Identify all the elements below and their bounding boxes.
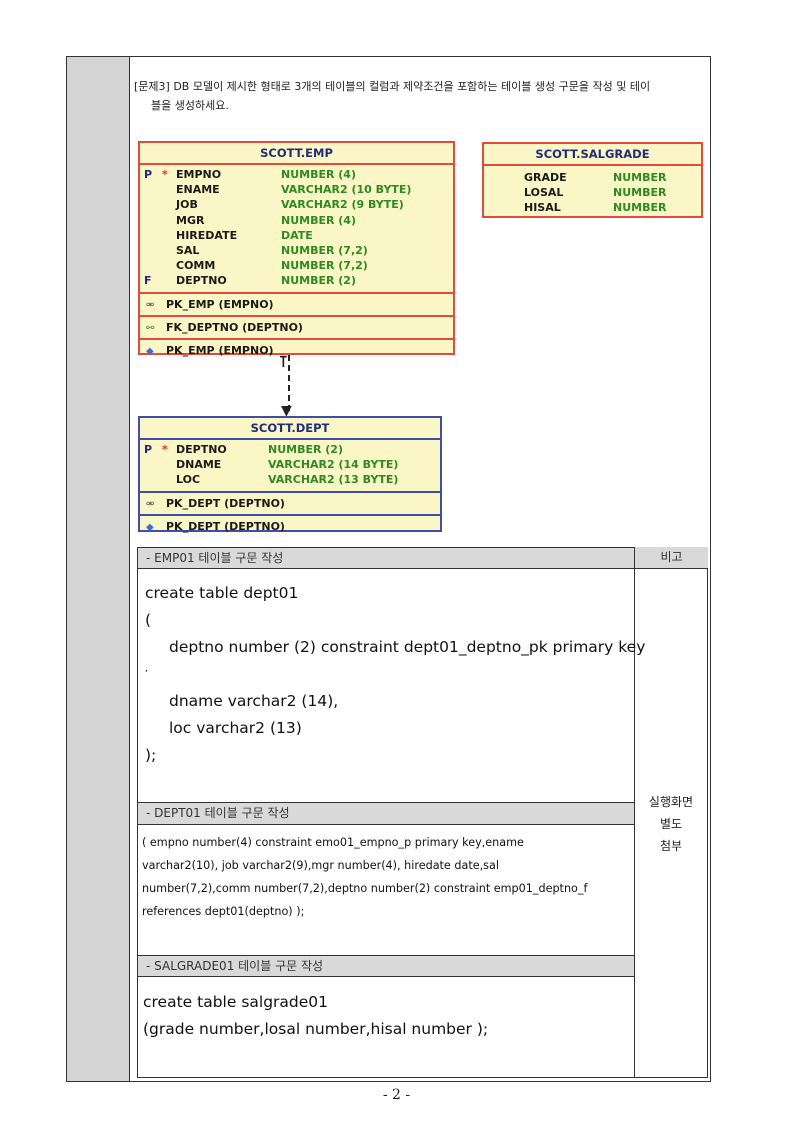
- column-type: VARCHAR2 (10 BYTE): [281, 183, 412, 197]
- section-header-emp01: - EMP01 테이블 구문 작성: [138, 548, 634, 569]
- key-flag: P: [144, 443, 153, 456]
- column-name: GRADE: [524, 171, 567, 184]
- column-type: NUMBER: [613, 201, 667, 215]
- page-number: - 2 -: [382, 1087, 411, 1103]
- code-line: ,: [145, 664, 148, 674]
- code-line: loc varchar2 (13): [169, 719, 302, 737]
- column-type: DATE: [281, 228, 313, 242]
- column-name: JOB: [176, 198, 198, 212]
- erd-table-emp: SCOTT.EMP P * EMPNO NUMBER (4) ENAME VARCHAR…: [138, 141, 455, 357]
- column-name: DEPTNO: [176, 443, 227, 456]
- question-line-1: [문제3] DB 모델이 제시한 형태로 3개의 테이블의 컬럼과 제약조건을 …: [134, 80, 651, 93]
- remarks-note-line: 별도: [659, 817, 683, 831]
- column-type: NUMBER: [613, 186, 667, 200]
- column-name: EMPNO: [176, 168, 222, 181]
- code-line: ( empno number(4) constraint emo01_empno…: [142, 836, 524, 849]
- code-line: create table salgrade01: [143, 993, 329, 1011]
- erd-columns: P * EMPNO NUMBER (4) ENAME VARCHAR2 (10 BYTE…: [140, 165, 453, 292]
- code-line: deptno number (2) constraint dept01_dept…: [169, 638, 646, 656]
- erd-table-dept: SCOTT.DEPT P * DEPTNO NUMBER (2) DNAME VARCH…: [138, 416, 442, 533]
- key-flag: F: [144, 274, 152, 288]
- column-type: NUMBER (7,2): [281, 259, 368, 273]
- erd-column-row: JOB VARCHAR2 (9 BYTE): [140, 197, 453, 212]
- code-line: varchar2(10), job varchar2(9),mgr number…: [142, 859, 499, 872]
- erd-column-row: LOC VARCHAR2 (13 BYTE): [140, 472, 440, 487]
- code-line: (grade number,losal number,hisal number …: [143, 1020, 489, 1038]
- code-line: create table dept01: [145, 584, 299, 602]
- erd-table-salgrade: SCOTT.SALGRADE GRADE NUMBER LOSAL NUMBER H…: [482, 142, 703, 218]
- column-name: HIREDATE: [176, 228, 238, 242]
- column-type: NUMBER: [613, 171, 667, 184]
- erd-column-row: DNAME VARCHAR2 (14 BYTE): [140, 457, 440, 472]
- erd-columns: GRADE NUMBER LOSAL NUMBER HISAL NUMBER: [484, 166, 701, 219]
- erd-constraint-row: ⚮ PK_DEPT (DEPTNO): [140, 490, 440, 514]
- key-icon: ⚮: [146, 299, 155, 311]
- erd-constraint-row: ◆ PK_DEPT (DEPTNO): [140, 513, 440, 537]
- erd-table-title: SCOTT.SALGRADE: [484, 144, 701, 166]
- column-name: DNAME: [176, 458, 222, 472]
- constraint-label: PK_DEPT (DEPTNO): [166, 519, 285, 533]
- erd-column-row: P * DEPTNO NUMBER (2): [140, 442, 440, 457]
- erd-column-row: HIREDATE DATE: [140, 228, 453, 243]
- remarks-note-line: 첨부: [659, 839, 683, 853]
- column-name: DEPTNO: [176, 274, 227, 288]
- remarks-note-line: 실행화면: [648, 795, 694, 809]
- mandatory-star: *: [162, 168, 168, 181]
- erd-column-row: GRADE NUMBER: [484, 170, 701, 185]
- code-line: );: [145, 746, 157, 764]
- code-line: dname varchar2 (14),: [169, 692, 339, 710]
- column-type: NUMBER (2): [268, 443, 343, 456]
- column-name: LOC: [176, 473, 201, 487]
- column-type: NUMBER (4): [281, 168, 356, 181]
- erd-column-row: ENAME VARCHAR2 (10 BYTE): [140, 182, 453, 197]
- column-name: SAL: [176, 243, 200, 257]
- constraint-label: PK_EMP (EMPNO): [166, 343, 274, 357]
- erd-column-row: COMM NUMBER (7,2): [140, 258, 453, 273]
- question-line-2: 블을 생성하세요.: [151, 99, 229, 112]
- constraint-label: PK_DEPT (DEPTNO): [166, 496, 285, 510]
- crows-foot-icon: ⊺: [279, 352, 288, 371]
- index-icon: ◆: [146, 345, 154, 357]
- code-line: number(7,2),comm number(7,2),deptno numb…: [142, 882, 588, 895]
- column-type: NUMBER (7,2): [281, 243, 368, 257]
- erd-column-row: LOSAL NUMBER: [484, 185, 701, 200]
- column-type: NUMBER (4): [281, 213, 356, 227]
- code-line: references dept01(deptno) );: [142, 905, 305, 918]
- erd-column-row: HISAL NUMBER: [484, 200, 701, 215]
- key-flag: P: [144, 168, 153, 181]
- column-name: HISAL: [524, 201, 561, 215]
- column-type: NUMBER (2): [281, 274, 356, 288]
- erd-constraint-row: ⚮ PK_EMP (EMPNO): [140, 291, 453, 315]
- mandatory-star: *: [162, 443, 168, 456]
- remarks-note: 실행화면 별도 첨부: [636, 791, 706, 857]
- erd-column-row: MGR NUMBER (4): [140, 213, 453, 228]
- erd-constraint-row: ⚯ FK_DEPTNO (DEPTNO): [140, 314, 453, 338]
- code-line: (: [145, 611, 152, 629]
- index-icon: ◆: [146, 521, 154, 533]
- erd-table-title: SCOTT.EMP: [140, 143, 453, 165]
- foreign-key-icon: ⚯: [146, 322, 155, 334]
- erd-table-title: SCOTT.DEPT: [140, 418, 440, 440]
- column-name: ENAME: [176, 183, 220, 197]
- question-text: [문제3] DB 모델이 제시한 형태로 3개의 테이블의 컬럼과 제약조건을 …: [134, 77, 706, 115]
- erd-columns: P * DEPTNO NUMBER (2) DNAME VARCHAR2 (14 BYT…: [140, 440, 440, 491]
- column-name: MGR: [176, 213, 205, 227]
- constraint-label: FK_DEPTNO (DEPTNO): [166, 320, 303, 334]
- column-type: VARCHAR2 (13 BYTE): [268, 473, 399, 487]
- column-type: VARCHAR2 (9 BYTE): [281, 198, 404, 212]
- key-icon: ⚮: [146, 498, 155, 510]
- column-type: VARCHAR2 (14 BYTE): [268, 458, 399, 472]
- column-name: LOSAL: [524, 186, 564, 200]
- erd-column-row: P * EMPNO NUMBER (4): [140, 167, 453, 182]
- erd-column-row: F DEPTNO NUMBER (2): [140, 273, 453, 288]
- erd-column-row: SAL NUMBER (7,2): [140, 243, 453, 258]
- section-header-salgrade01: - SALGRADE01 테이블 구문 작성: [138, 956, 634, 977]
- column-name: COMM: [176, 259, 216, 273]
- erd-constraint-row: ◆ PK_EMP (EMPNO): [140, 337, 453, 361]
- constraint-label: PK_EMP (EMPNO): [166, 297, 274, 311]
- section-header-dept01: - DEPT01 테이블 구문 작성: [138, 803, 634, 825]
